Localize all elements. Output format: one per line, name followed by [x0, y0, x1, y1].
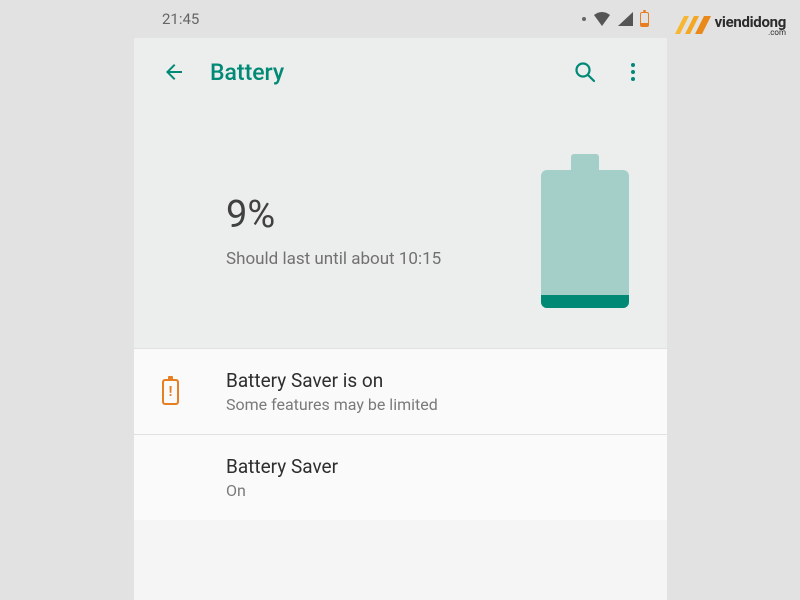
more-vert-icon — [621, 60, 645, 84]
app-bar: Battery — [134, 38, 667, 106]
back-arrow-icon — [162, 60, 186, 84]
status-icons: x — [582, 12, 649, 27]
search-button[interactable] — [561, 48, 609, 96]
wifi-icon — [593, 12, 611, 26]
battery-percentage: 9% — [226, 193, 441, 237]
list-item-title: Battery Saver — [226, 455, 338, 478]
notification-dot-icon — [582, 17, 586, 21]
phone-screen: 21:45 x Battery 9% Should last until abo… — [134, 0, 667, 600]
status-bar: 21:45 x — [134, 0, 667, 38]
battery-alert-icon: ! — [162, 379, 179, 405]
battery-saver-setting-item[interactable]: Battery Saver On — [134, 434, 667, 520]
list-item-subtitle: On — [226, 481, 338, 500]
battery-level-icon — [541, 154, 629, 308]
watermark-logo-icon — [675, 14, 711, 36]
svg-text:x: x — [629, 20, 633, 26]
list-item-subtitle: Some features may be limited — [226, 395, 438, 414]
battery-summary: 9% Should last until about 10:15 — [134, 106, 667, 348]
back-button[interactable] — [154, 52, 194, 92]
more-options-button[interactable] — [609, 48, 657, 96]
cellular-icon: x — [618, 12, 633, 26]
list-item-title: Battery Saver is on — [226, 369, 438, 392]
search-icon — [573, 60, 597, 84]
battery-estimate: Should last until about 10:15 — [226, 249, 441, 269]
battery-low-icon — [640, 12, 649, 27]
status-time: 21:45 — [162, 10, 199, 28]
page-title: Battery — [210, 59, 561, 86]
watermark: viendidong .com — [675, 12, 786, 37]
battery-saver-notice-item[interactable]: ! Battery Saver is on Some features may … — [134, 348, 667, 434]
